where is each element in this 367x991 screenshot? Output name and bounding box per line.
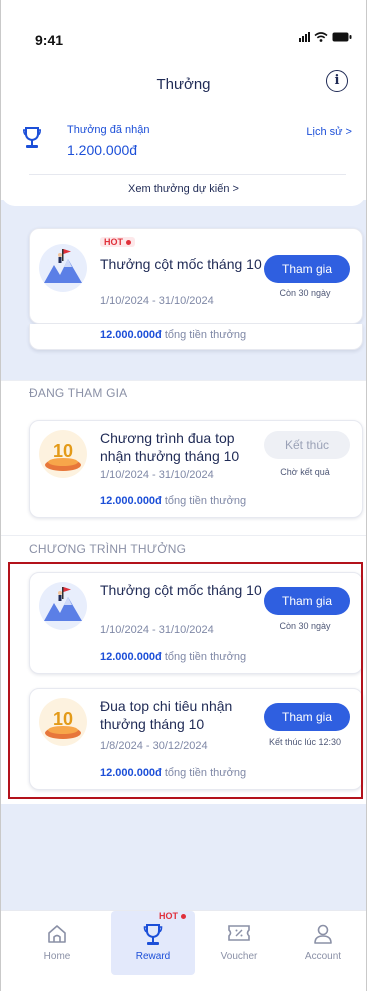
page-title: Thưởng bbox=[156, 76, 211, 93]
joining-program-card[interactable]: 10 Chương trình đua top nhận thưởng thán… bbox=[29, 420, 363, 518]
received-reward-label: Thưởng đã nhận bbox=[67, 124, 150, 136]
battery-icon bbox=[332, 32, 352, 42]
milestone-thumbnail bbox=[39, 244, 87, 292]
bottom-tab-bar: Home HOT Reward Voucher Account bbox=[1, 910, 366, 991]
program-prize: 12.000.000đ tổng tiền thưởng bbox=[100, 495, 247, 507]
summary-divider bbox=[29, 174, 346, 175]
tab-label: Home bbox=[43, 951, 71, 962]
voucher-icon bbox=[228, 925, 250, 941]
trophy-icon bbox=[23, 127, 41, 148]
tab-label: Reward bbox=[135, 951, 171, 962]
info-icon[interactable]: i bbox=[326, 70, 348, 92]
svg-text:10: 10 bbox=[53, 441, 73, 461]
tab-label: Voucher bbox=[220, 951, 258, 962]
tab-label: Account bbox=[304, 951, 342, 962]
ended-button[interactable]: Kết thúc bbox=[264, 431, 350, 459]
history-link[interactable]: Lịch sử > bbox=[306, 126, 352, 138]
signal-icon bbox=[299, 32, 310, 42]
wifi-icon bbox=[314, 32, 328, 42]
section-title-programs: CHƯƠNG TRÌNH THƯỞNG bbox=[29, 542, 187, 556]
tab-voucher[interactable]: Voucher bbox=[197, 911, 281, 975]
empty-background bbox=[1, 804, 366, 910]
header: Thưởng i bbox=[1, 64, 366, 104]
status-time: 9:41 bbox=[35, 32, 64, 48]
tab-account[interactable]: Account bbox=[281, 911, 365, 975]
highlight-box bbox=[8, 562, 363, 799]
tab-reward[interactable]: HOT Reward bbox=[111, 911, 195, 975]
featured-program-card[interactable]: HOT Thưởng cột mốc tháng 10 1/10/2024 - … bbox=[29, 228, 363, 324]
expected-reward-link[interactable]: Xem thưởng dự kiến > bbox=[1, 183, 366, 195]
home-icon bbox=[48, 925, 66, 943]
program-name: Thưởng cột mốc tháng 10 bbox=[100, 256, 262, 272]
program-dates: 1/10/2024 - 31/10/2024 bbox=[100, 295, 214, 307]
section-divider bbox=[1, 535, 366, 536]
reward-summary: Thưởng đã nhận 1.200.000đ Lịch sử > Xem … bbox=[1, 104, 366, 206]
join-button[interactable]: Tham gia bbox=[264, 255, 350, 283]
hot-badge: HOT bbox=[159, 911, 186, 921]
app-screen: 9:41 Thưởng i Thưởng đã nhận 1.200.000đ … bbox=[0, 0, 367, 991]
top-ten-thumbnail: 10 bbox=[39, 430, 87, 478]
program-name: Chương trình đua top nhận thưởng tháng 1… bbox=[100, 430, 240, 464]
days-remaining: Còn 30 ngày bbox=[279, 288, 331, 298]
section-divider bbox=[1, 380, 366, 381]
awaiting-result-label: Chờ kết quả bbox=[280, 467, 330, 477]
program-dates: 1/10/2024 - 31/10/2024 bbox=[100, 469, 214, 481]
tab-home[interactable]: Home bbox=[15, 911, 99, 975]
program-prize: 12.000.000đ tổng tiền thưởng bbox=[100, 329, 247, 341]
status-bar: 9:41 bbox=[1, 0, 366, 64]
featured-prize-row: 12.000.000đ tổng tiền thưởng bbox=[29, 324, 363, 350]
status-icons bbox=[299, 32, 352, 42]
section-title-joining: ĐANG THAM GIA bbox=[29, 386, 128, 400]
hot-badge: HOT bbox=[100, 237, 135, 247]
trophy-icon bbox=[143, 924, 163, 945]
received-reward-amount: 1.200.000đ bbox=[67, 142, 138, 158]
account-icon bbox=[314, 924, 332, 944]
